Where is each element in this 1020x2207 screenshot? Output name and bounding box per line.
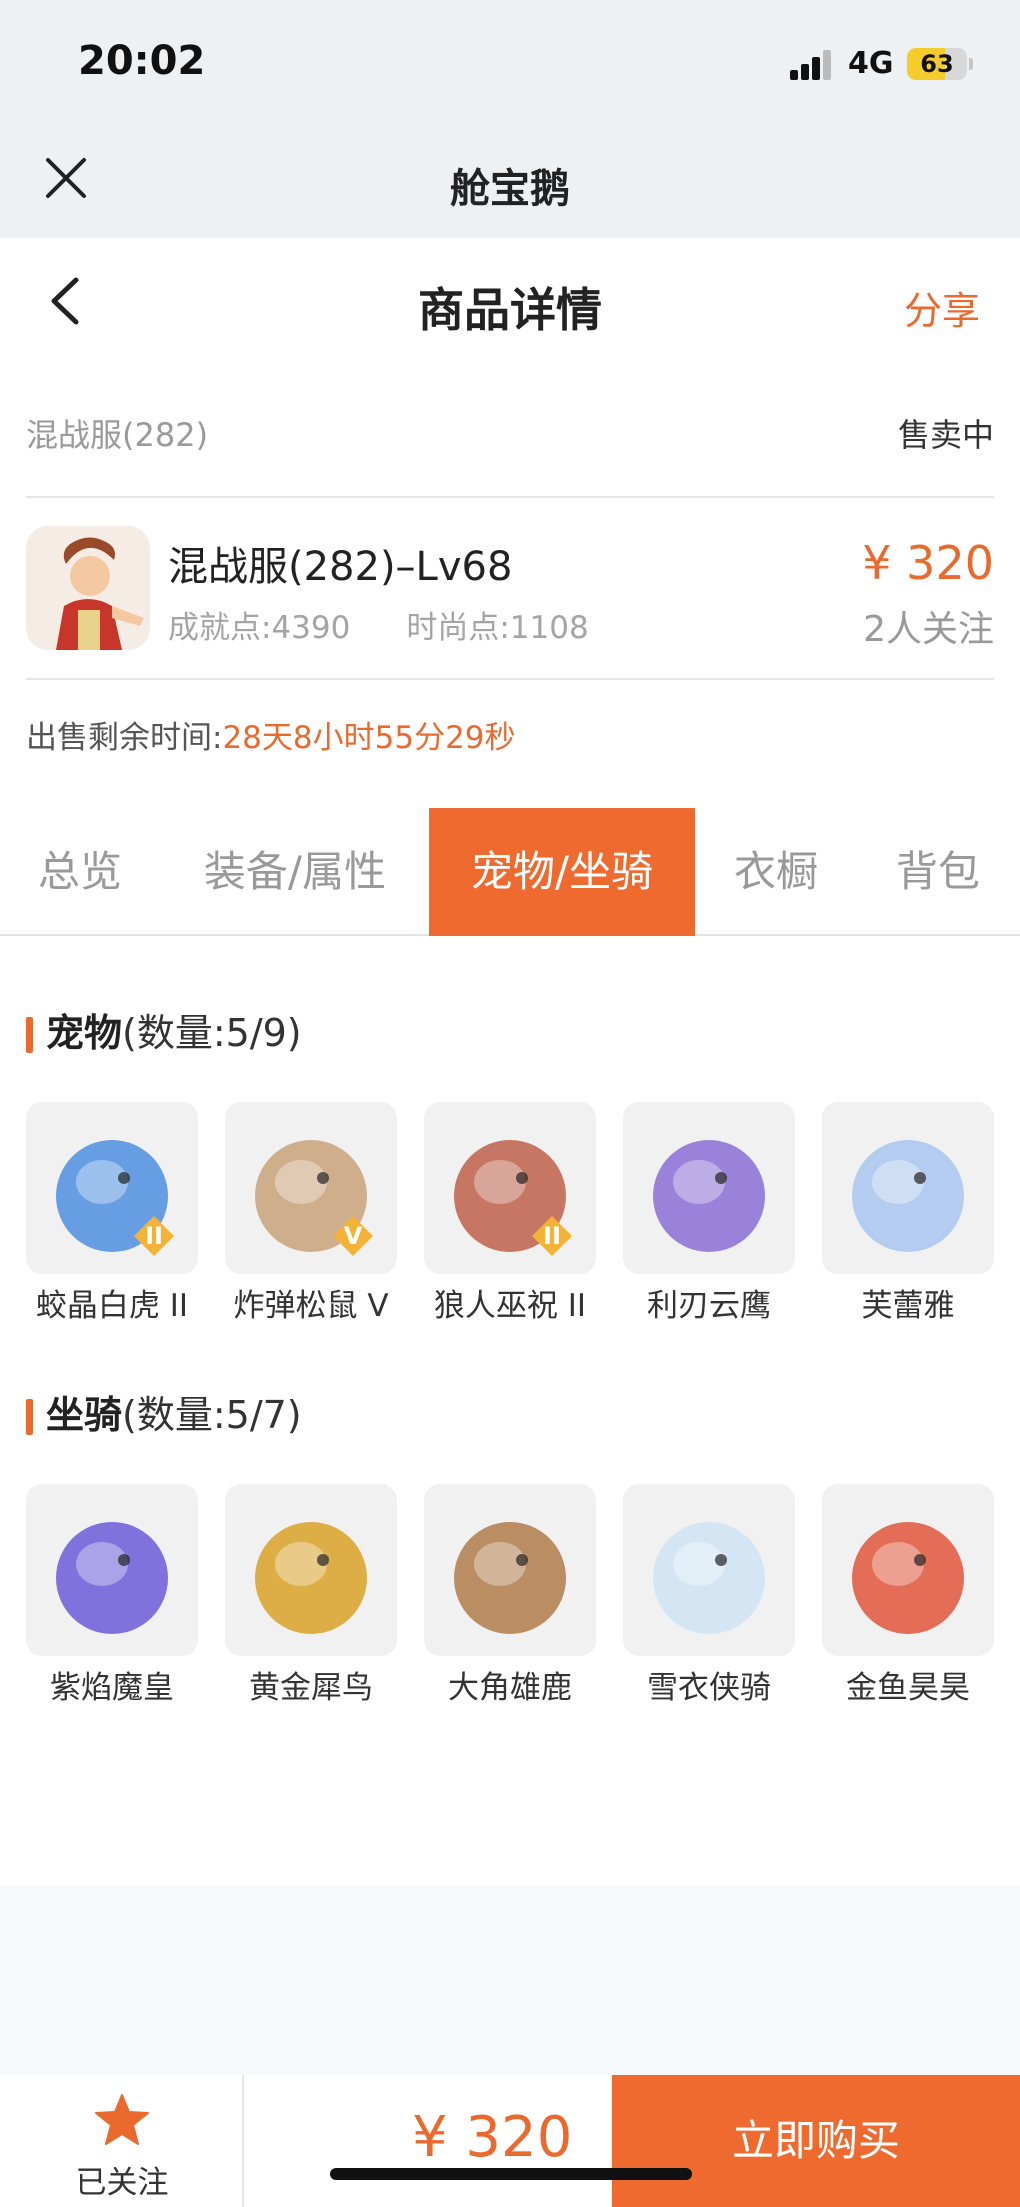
mounts-thumbnail — [26, 1484, 198, 1656]
mounts-name: 雪衣侠骑 — [647, 1670, 771, 1706]
mounts-item[interactable]: 雪衣侠骑 — [623, 1484, 795, 1707]
page-title: 商品详情 — [418, 283, 602, 337]
pets-name: 炸弹松鼠 V — [233, 1288, 389, 1324]
pets-item[interactable]: II 蛟晶白虎 II — [26, 1102, 198, 1325]
server-name: 混战服(282) — [26, 416, 209, 454]
share-button[interactable]: 分享 — [904, 280, 980, 335]
divider — [26, 496, 994, 498]
mounts-name: 金鱼昊昊 — [846, 1670, 970, 1706]
buy-now-button[interactable]: 立即购买 — [612, 2075, 1020, 2207]
sale-countdown: 出售剩余时间:28天8小时55分29秒 — [26, 712, 516, 757]
tab-pets-mounts[interactable]: 宠物/坐骑 — [429, 808, 695, 936]
server-row: 混战服(282) 售卖中 — [26, 400, 994, 460]
mounts-count: (数量:5/7) — [122, 1393, 302, 1437]
pets-name: 狼人巫祝 II — [433, 1288, 587, 1324]
tab-backpack[interactable]: 背包 — [870, 808, 1006, 936]
app-title: 舱宝鹅 — [450, 166, 570, 212]
follow-button[interactable]: 已关注 — [0, 2075, 244, 2207]
network-type: 4G — [848, 46, 894, 81]
pets-thumbnail: II — [424, 1102, 596, 1274]
signal-icon — [790, 48, 832, 80]
mounts-item[interactable]: 黄金犀鸟 — [225, 1484, 397, 1707]
battery-level: 63 — [920, 50, 954, 78]
mounts-heading: 坐骑 — [46, 1393, 123, 1437]
pets-item[interactable]: 利刃云鹰 — [623, 1102, 795, 1325]
pets-name: 利刃云鹰 — [647, 1288, 771, 1324]
mounts-name: 黄金犀鸟 — [249, 1670, 373, 1706]
pets-item[interactable]: II 狼人巫祝 II — [424, 1102, 596, 1325]
pets-item[interactable]: V 炸弹松鼠 V — [225, 1102, 397, 1325]
mounts-thumbnail — [225, 1484, 397, 1656]
listing-price: ¥ 320 — [862, 536, 994, 590]
pets-grid: II 蛟晶白虎 II V 炸弹松鼠 V II 狼人巫祝 II 利刃云鹰 芙蕾雅 — [26, 1102, 996, 1324]
pets-count: (数量:5/9) — [122, 1011, 302, 1055]
status-bar: 20:02 4G 63 — [0, 0, 1020, 110]
mounts-thumbnail — [623, 1484, 795, 1656]
app-header: 舱宝鹅 — [0, 110, 1020, 238]
sale-status: 售卖中 — [897, 416, 994, 454]
pets-name: 蛟晶白虎 II — [35, 1288, 189, 1324]
clock: 20:02 — [78, 38, 206, 84]
countdown-label: 出售剩余时间: — [26, 720, 223, 756]
mounts-item[interactable]: 紫焰魔皇 — [26, 1484, 198, 1707]
home-indicator — [330, 2168, 692, 2180]
listing-card[interactable]: 混战服(282)–Lv68 成就点:4390 时尚点:1108 ¥ 320 2人关… — [26, 522, 994, 654]
countdown-value: 28天8小时55分29秒 — [222, 720, 516, 756]
mounts-thumbnail — [424, 1484, 596, 1656]
page-spacer — [0, 1885, 1020, 2075]
star-icon — [95, 2094, 149, 2145]
fashion-points: 时尚点:1108 — [406, 610, 589, 646]
pets-section-title: 宠物(数量:5/9) — [26, 1008, 302, 1058]
mounts-item[interactable]: 大角雄鹿 — [424, 1484, 596, 1707]
follow-label: 已关注 — [75, 2165, 169, 2201]
pets-name: 芙蕾雅 — [861, 1288, 955, 1324]
pets-heading: 宠物 — [46, 1011, 123, 1055]
pets-thumbnail — [822, 1102, 994, 1274]
page-navbar: 商品详情 分享 — [0, 238, 1020, 368]
mounts-item[interactable]: 金鱼昊昊 — [822, 1484, 994, 1707]
battery-tip — [969, 58, 973, 70]
pets-thumbnail — [623, 1102, 795, 1274]
tab-equipment[interactable]: 装备/属性 — [180, 808, 410, 936]
follower-count: 2人关注 — [863, 609, 994, 650]
pets-thumbnail: V — [225, 1102, 397, 1274]
footer-bar: 已关注 ¥ 320 立即购买 — [0, 2075, 1020, 2207]
mounts-name: 大角雄鹿 — [448, 1670, 572, 1706]
battery-icon: 63 — [907, 48, 967, 80]
character-avatar — [26, 526, 150, 650]
achievement-points: 成就点:4390 — [168, 610, 351, 646]
listing-title: 混战服(282)–Lv68 — [168, 544, 513, 590]
mounts-section-title: 坐骑(数量:5/7) — [26, 1390, 302, 1440]
mounts-thumbnail — [822, 1484, 994, 1656]
pets-item[interactable]: 芙蕾雅 — [822, 1102, 994, 1325]
listing-stats: 成就点:4390 时尚点:1108 — [168, 602, 589, 647]
mounts-name: 紫焰魔皇 — [50, 1670, 174, 1706]
detail-tabs: 总览 装备/属性 宠物/坐骑 衣橱 背包 — [0, 808, 1020, 936]
divider — [26, 678, 994, 680]
tab-overview[interactable]: 总览 — [0, 808, 160, 936]
mounts-grid: 紫焰魔皇 黄金犀鸟 大角雄鹿 雪衣侠骑 金鱼昊昊 — [26, 1484, 996, 1706]
pets-thumbnail: II — [26, 1102, 198, 1274]
tab-wardrobe[interactable]: 衣橱 — [710, 808, 842, 936]
footer-price: ¥ 320 — [412, 2105, 573, 2170]
